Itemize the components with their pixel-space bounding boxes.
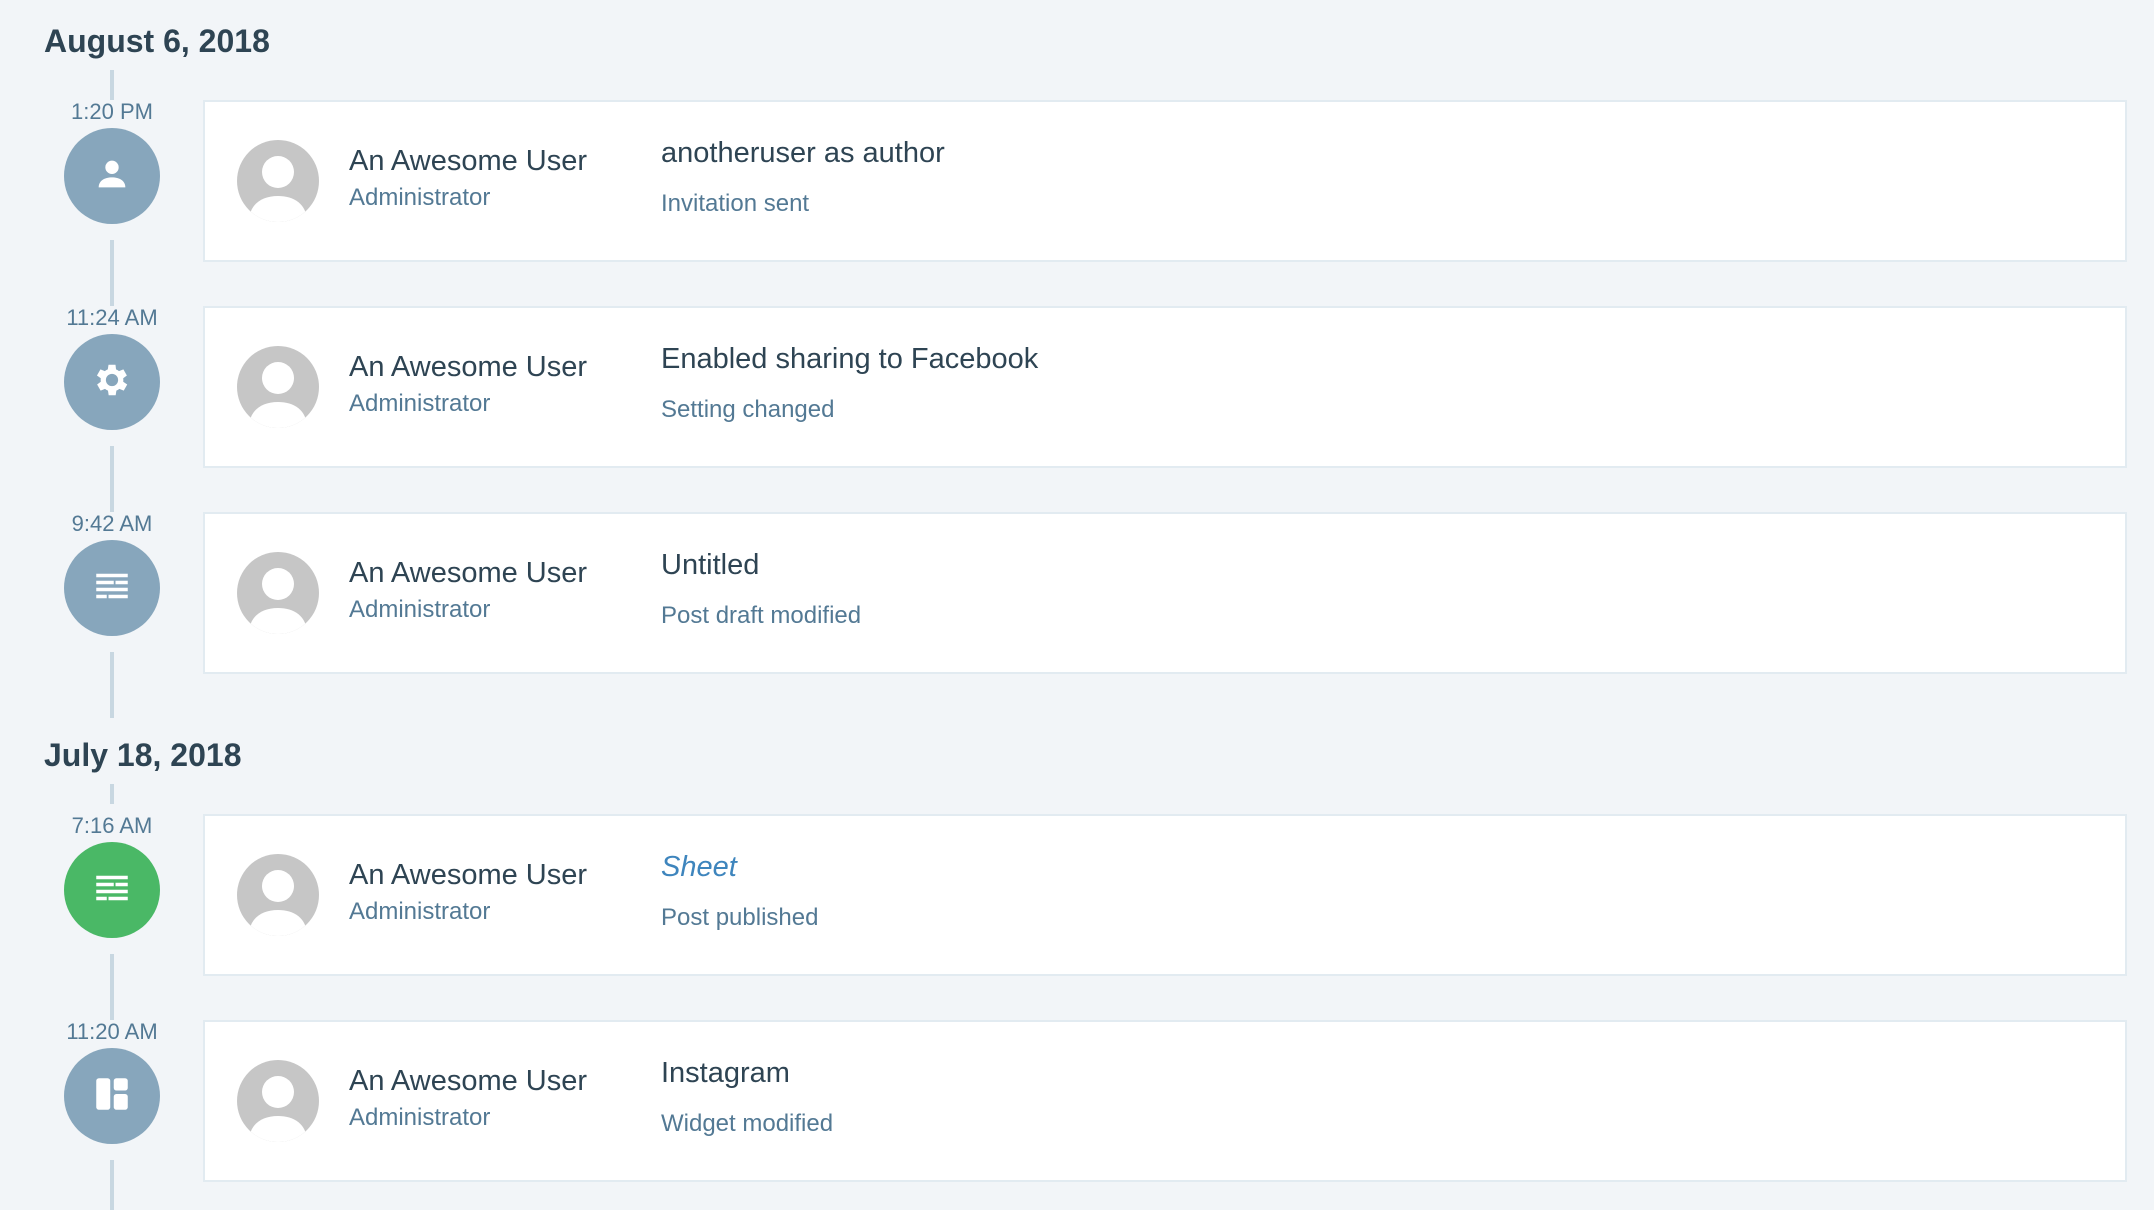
event-description: Invitation sent: [661, 190, 810, 217]
event-card[interactable]: An Awesome User Administrator Untitled P…: [203, 512, 2127, 674]
avatar[interactable]: [237, 1060, 319, 1142]
event-badge: [64, 334, 160, 430]
timeline-line: [110, 954, 114, 1020]
avatar[interactable]: [237, 552, 319, 634]
event-description: Post draft modified: [661, 602, 862, 629]
user-role: Administrator: [349, 390, 491, 417]
activity-event: 7:16 AM An Awesome User Administrator Sh…: [0, 814, 2154, 1020]
event-badge: [64, 1048, 160, 1144]
event-time: 11:20 AM: [66, 1019, 158, 1044]
activity-event: 11:24 AM An Awesome User Administrator E…: [0, 306, 2154, 512]
avatar[interactable]: [237, 854, 319, 936]
user-role: Administrator: [349, 184, 491, 211]
event-description: Widget modified: [661, 1110, 834, 1137]
event-badge: [64, 540, 160, 636]
person-icon: [92, 154, 132, 199]
avatar[interactable]: [237, 140, 319, 222]
activity-event: 1:20 PM An Awesome User Administrator an…: [0, 100, 2154, 306]
event-card[interactable]: An Awesome User Administrator Instagram …: [203, 1020, 2127, 1182]
event-time: 7:16 AM: [71, 813, 153, 838]
event-card[interactable]: An Awesome User Administrator anotheruse…: [203, 100, 2127, 262]
post-title-link[interactable]: Sheet: [661, 850, 737, 884]
event-card[interactable]: An Awesome User Administrator Sheet Post…: [203, 814, 2127, 976]
event-time: 1:20 PM: [71, 99, 153, 124]
event-title: Enabled sharing to Facebook: [661, 343, 1039, 375]
event-title: Instagram: [661, 1057, 790, 1089]
timeline-line: [110, 784, 114, 804]
user-name[interactable]: An Awesome User: [349, 1064, 587, 1098]
timeline-line: [110, 70, 114, 100]
timeline-line: [110, 446, 114, 512]
date-header: August 6, 2018: [44, 23, 270, 59]
activity-event: 11:20 AM An Awesome User Administrator I…: [0, 1020, 2154, 1210]
event-badge: [64, 128, 160, 224]
event-title: Untitled: [661, 549, 760, 581]
timeline-line: [110, 1160, 114, 1210]
user-name[interactable]: An Awesome User: [349, 858, 587, 892]
event-time: 9:42 AM: [71, 511, 153, 536]
post-icon: [91, 565, 133, 612]
user-role: Administrator: [349, 1104, 491, 1131]
event-title: anotheruser as author: [661, 137, 945, 169]
user-name[interactable]: An Awesome User: [349, 144, 587, 178]
timeline-line: [110, 240, 114, 306]
user-name[interactable]: An Awesome User: [349, 556, 587, 590]
user-role: Administrator: [349, 898, 491, 925]
timeline-line: [110, 652, 114, 718]
event-card[interactable]: An Awesome User Administrator Enabled sh…: [203, 306, 2127, 468]
widget-icon: [91, 1073, 133, 1120]
date-header: July 18, 2018: [44, 737, 242, 773]
event-description: Post published: [661, 904, 819, 931]
avatar[interactable]: [237, 346, 319, 428]
gear-icon: [91, 359, 133, 406]
event-time: 11:24 AM: [66, 305, 158, 330]
user-name[interactable]: An Awesome User: [349, 350, 587, 384]
event-badge: [64, 842, 160, 938]
user-role: Administrator: [349, 596, 491, 623]
post-icon: [91, 867, 133, 914]
event-description: Setting changed: [661, 396, 835, 423]
activity-log: August 6, 2018 1:20 PM An Awesome User A…: [0, 0, 2154, 1210]
activity-event: 9:42 AM An Awesome User Administrator Un…: [0, 512, 2154, 718]
